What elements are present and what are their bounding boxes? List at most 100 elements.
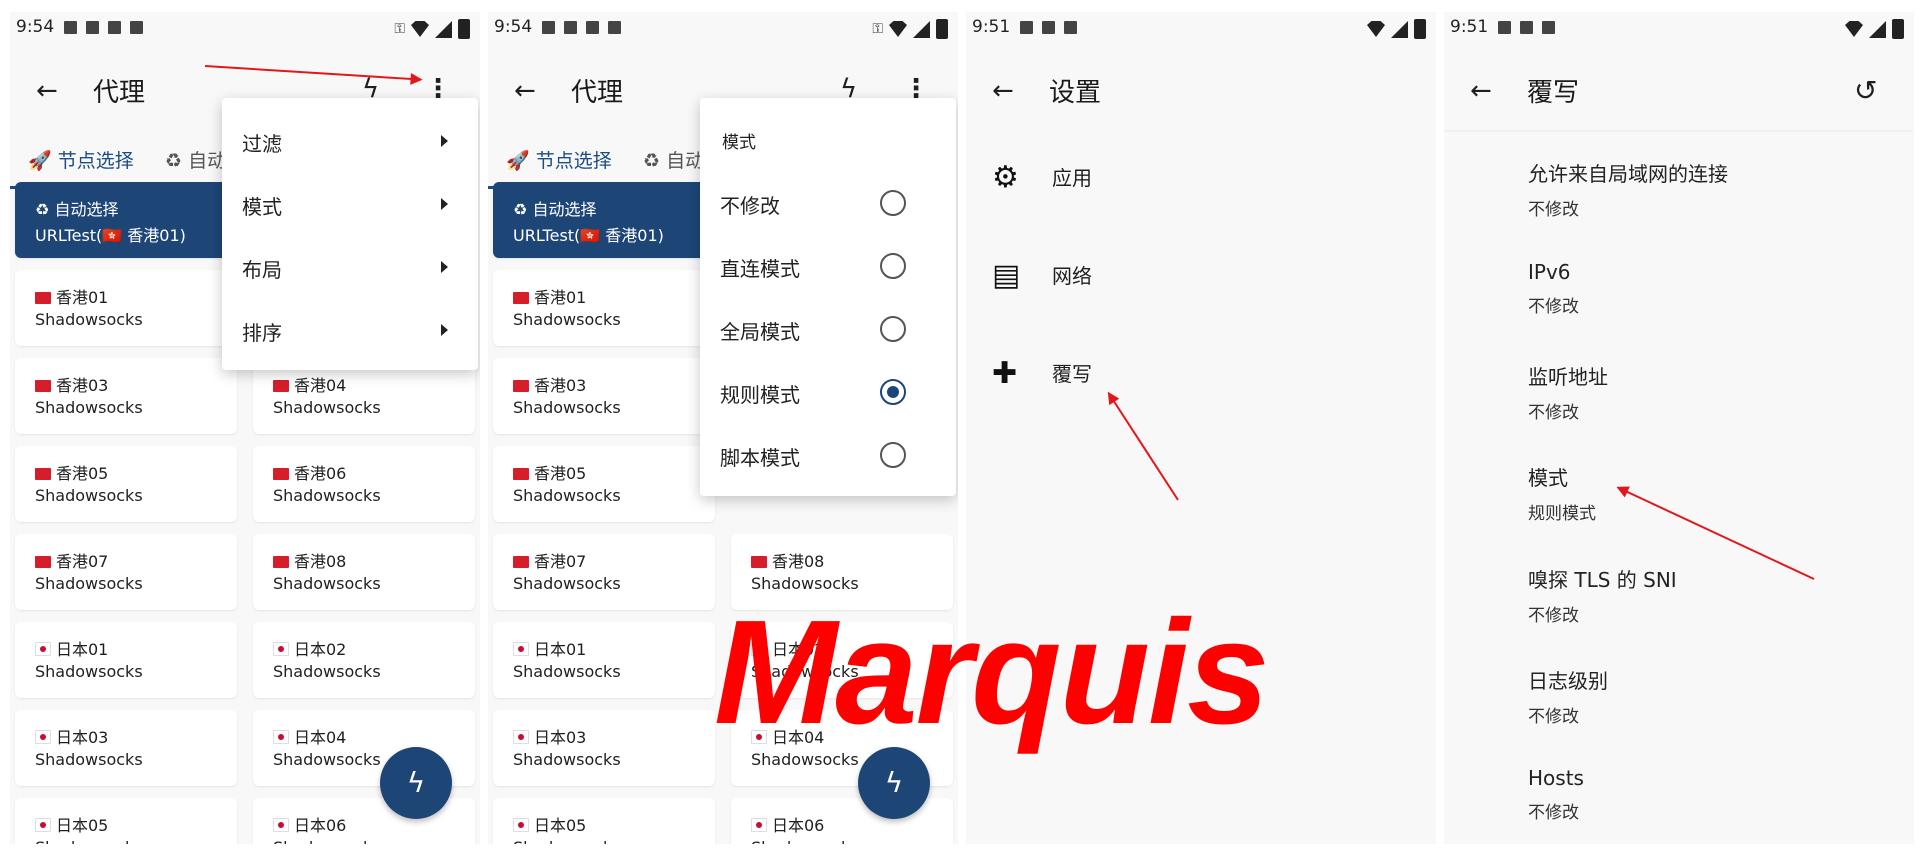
gear-icon: ⚙	[992, 160, 1019, 195]
puzzle-icon: ✚	[992, 356, 1018, 391]
settings-item-network[interactable]: ▤ 网络	[966, 236, 1436, 316]
hong-kong-flag-icon	[513, 556, 529, 568]
a-notify-icon	[1542, 20, 1556, 34]
mode-menu: 模式 不修改 直连模式 全局模式 规则模式 脚本模式	[700, 98, 956, 496]
hong-kong-flag-icon	[35, 468, 51, 480]
hong-kong-flag-icon	[513, 468, 529, 480]
menu-item-mode[interactable]: 模式	[242, 191, 282, 220]
radio-button[interactable]	[880, 190, 906, 216]
status-time: 9:51	[1450, 17, 1489, 37]
mode-option-rule[interactable]: 规则模式	[720, 379, 800, 408]
radio-button[interactable]	[880, 253, 906, 279]
vpn-key-icon: ⚿	[872, 21, 883, 37]
hong-kong-flag-icon	[35, 556, 51, 568]
tab-auto[interactable]: ♻ 自动	[643, 146, 704, 173]
settings-item-override[interactable]: ✚ 覆写	[966, 334, 1436, 414]
proxy-card[interactable]: 日本05Shadowsocks	[15, 798, 237, 844]
menu-item-layout[interactable]: 布局	[242, 254, 282, 283]
override-item-ipv6[interactable]: IPv6 不修改	[1528, 260, 1579, 317]
override-item-mode[interactable]: 模式 规则模式	[1528, 462, 1596, 524]
japan-flag-icon	[273, 818, 289, 832]
submenu-arrow-icon	[441, 324, 448, 336]
radio-button[interactable]	[880, 316, 906, 342]
signal-icon	[913, 20, 930, 38]
proxy-card[interactable]: 香港08 Shadowsocks	[253, 534, 475, 610]
hong-kong-flag-icon	[513, 292, 529, 304]
override-item-sniff-tls[interactable]: 嗅探 TLS 的 SNI 不修改	[1528, 564, 1677, 626]
rocket-icon: 🚀	[28, 150, 52, 172]
proxy-card[interactable]: 日本01 Shadowsocks	[493, 622, 715, 698]
battery-icon	[1892, 19, 1904, 39]
proxy-card[interactable]: 日本01 Shadowsocks	[15, 622, 237, 698]
hong-kong-flag-icon	[751, 556, 767, 568]
proxy-card[interactable]: 香港07 Shadowsocks	[15, 534, 237, 610]
wifi-icon	[1845, 21, 1863, 37]
a-notify-icon	[1064, 20, 1078, 34]
hong-kong-flag-icon	[35, 292, 51, 304]
download-notify-icon	[564, 20, 578, 34]
radio-button[interactable]	[880, 442, 906, 468]
a-notify-icon	[586, 20, 600, 34]
proxy-card[interactable]: 香港05 Shadowsocks	[493, 446, 715, 522]
back-arrow-icon[interactable]: ←	[1470, 78, 1496, 104]
status-time: 9:51	[972, 17, 1011, 37]
download-notify-icon	[1520, 20, 1534, 34]
settings-item-app[interactable]: ⚙ 应用	[966, 138, 1436, 218]
proxy-card[interactable]: 日本05Shadowsocks	[493, 798, 715, 844]
proxy-card[interactable]: 香港03 Shadowsocks	[15, 358, 237, 434]
mode-option-global[interactable]: 全局模式	[720, 316, 800, 345]
reset-icon[interactable]: ↺	[1854, 74, 1877, 107]
recycle-icon: ♻	[35, 200, 50, 219]
back-arrow-icon[interactable]: ←	[514, 78, 540, 104]
mode-option-unchanged[interactable]: 不修改	[720, 190, 780, 219]
override-item-hosts[interactable]: Hosts 不修改	[1528, 766, 1584, 823]
proxy-card[interactable]: 香港01 Shadowsocks	[493, 270, 715, 346]
override-item-log-level[interactable]: 日志级别 不修改	[1528, 665, 1608, 727]
proxy-card[interactable]: 香港05 Shadowsocks	[15, 446, 237, 522]
hong-kong-flag-icon	[273, 380, 289, 392]
override-item-listen-address[interactable]: 监听地址 不修改	[1528, 361, 1608, 423]
hong-kong-flag-icon	[273, 556, 289, 568]
wifi-icon	[411, 21, 429, 37]
rocket-icon: 🚀	[506, 150, 530, 172]
proxy-card[interactable]: 日本03 Shadowsocks	[15, 710, 237, 786]
proxy-card[interactable]: 香港06 Shadowsocks	[253, 446, 475, 522]
submenu-arrow-icon	[441, 198, 448, 210]
tab-auto[interactable]: ♻ 自动	[165, 146, 226, 173]
menu-item-filter[interactable]: 过滤	[242, 128, 282, 157]
submenu-arrow-icon	[441, 261, 448, 273]
hong-kong-flag-icon	[513, 380, 529, 392]
override-screen: 9:51 ← 覆写 ↺ 允许来自局域网的连接 不修改 IPv6 不修改 监听地址…	[1444, 12, 1914, 844]
status-bar: 9:54 ⚿	[10, 12, 480, 42]
mode-option-direct[interactable]: 直连模式	[720, 253, 800, 282]
japan-flag-icon	[513, 818, 529, 832]
mode-option-script[interactable]: 脚本模式	[720, 442, 800, 471]
back-arrow-icon[interactable]: ←	[36, 78, 62, 104]
watermark-text: Marquis	[714, 590, 1269, 755]
japan-flag-icon	[751, 818, 767, 832]
japan-flag-icon	[35, 642, 51, 656]
proxy-card[interactable]: 香港01 Shadowsocks	[15, 270, 237, 346]
battery-icon	[458, 19, 470, 39]
japan-flag-icon	[35, 818, 51, 832]
android-notify-icon	[608, 20, 622, 34]
tab-node-select[interactable]: 🚀 节点选择	[506, 146, 612, 173]
proxy-card[interactable]: 日本02 Shadowsocks	[253, 622, 475, 698]
wifi-icon	[889, 21, 907, 37]
menu-item-sort[interactable]: 排序	[242, 317, 282, 346]
lightning-icon: ϟ	[884, 766, 904, 799]
page-title: 代理	[93, 78, 146, 108]
proxy-card[interactable]: 香港03 Shadowsocks	[493, 358, 715, 434]
radio-button-selected[interactable]	[880, 379, 906, 405]
test-latency-fab[interactable]: ϟ	[380, 747, 452, 819]
tab-node-select[interactable]: 🚀 节点选择	[28, 146, 134, 173]
proxy-screen-menu: 9:54 ⚿ ← 代理 ϟ ⋮ 🚀 节点选择 ♻ 自动 ♻ 自动选择 URLTe…	[10, 12, 480, 844]
recycle-icon: ♻	[643, 150, 661, 172]
japan-flag-icon	[513, 642, 529, 656]
back-arrow-icon[interactable]: ←	[992, 78, 1018, 104]
app-bar: ← 设置	[966, 50, 1436, 130]
proxy-card[interactable]: 日本03 Shadowsocks	[493, 710, 715, 786]
override-item-allow-lan[interactable]: 允许来自局域网的连接 不修改	[1528, 158, 1728, 220]
proxy-card[interactable]: 香港07 Shadowsocks	[493, 534, 715, 610]
download-notify-icon	[86, 20, 100, 34]
